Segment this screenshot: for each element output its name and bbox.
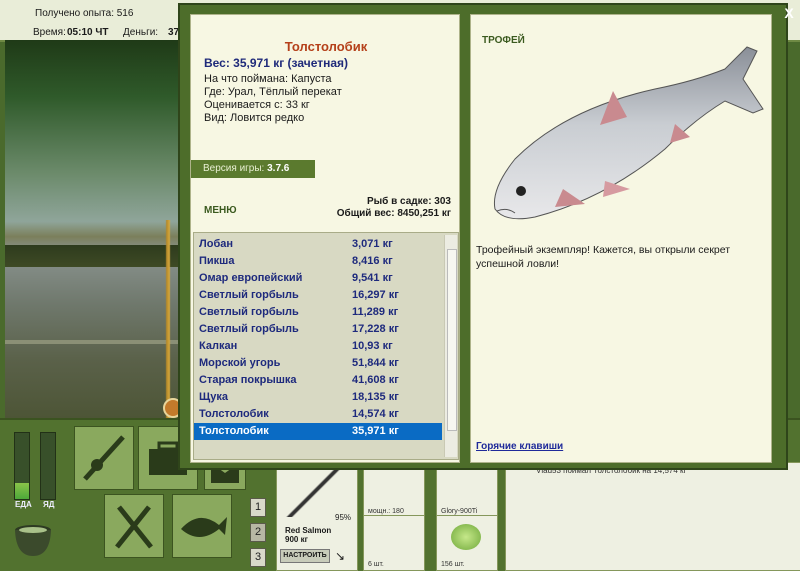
- catch-list-row[interactable]: Морской угорь 51,844 кг: [194, 355, 458, 372]
- line-slot[interactable]: Glory-900Ti: [436, 462, 498, 518]
- catch-list-row[interactable]: Толстолобик 35,971 кг: [194, 423, 442, 440]
- catch-fish-name: Толстолобик: [199, 425, 269, 437]
- page-button-3[interactable]: 3: [250, 548, 266, 567]
- poison-gauge-label: ЯД: [43, 500, 55, 509]
- catch-fish-name: Морской угорь: [199, 357, 281, 369]
- catch-fish-weight: 14,574 кг: [352, 408, 399, 420]
- catch-fish-weight: 9,541 кг: [352, 272, 393, 284]
- tackle-card[interactable]: 95% Red Salmon 900 кг НАСТРОИТЬ ↘: [276, 462, 358, 571]
- caught-on-text: На что поймана: Капуста: [204, 73, 332, 85]
- catch-list-row[interactable]: Светлый горбыль 11,289 кг: [194, 304, 458, 321]
- fish-icon: [181, 517, 227, 537]
- catch-fish-name: Калкан: [199, 340, 238, 352]
- hotkeys-link[interactable]: Горячие клавиши: [476, 441, 563, 452]
- catch-fish-name: Толстолобик: [199, 408, 269, 420]
- cabbage-icon: [451, 524, 481, 550]
- version-value: 3.7.6: [267, 163, 290, 174]
- catch-list-row[interactable]: Омар европейский 9,541 кг: [194, 270, 458, 287]
- fork-knife-icon: [115, 505, 153, 549]
- time-value: 05:10 ЧТ: [67, 27, 109, 38]
- setup-button[interactable]: НАСТРОИТЬ: [280, 549, 330, 563]
- catch-fish-name: Лобан: [199, 238, 233, 250]
- trophy-description: Трофейный экземпляр! Кажется, вы открыли…: [476, 244, 731, 270]
- fish-tile[interactable]: [172, 494, 232, 558]
- catch-list-row[interactable]: Пикша 8,416 кг: [194, 253, 458, 270]
- catch-fish-weight: 18,135 кг: [352, 391, 399, 403]
- catch-list-row[interactable]: Светлый горбыль 16,297 кг: [194, 287, 458, 304]
- catch-fish-weight: 11,289 кг: [352, 306, 399, 318]
- catch-fish-name: Светлый горбыль: [199, 289, 299, 301]
- catch-list-scrollbar[interactable]: [444, 235, 457, 457]
- rod-image: [285, 469, 345, 517]
- food-gauge: [14, 432, 30, 500]
- chat-panel: Vlad53 поймал Толстолобик на 14,574 кг: [505, 462, 800, 571]
- reel-slot-caption: мощн.: 180: [368, 508, 404, 515]
- fish-image: [493, 46, 764, 220]
- version-label: Версия игры:: [203, 163, 265, 174]
- catch-fish-name: Светлый горбыль: [199, 306, 299, 318]
- catch-fish-name: Пикша: [199, 255, 235, 267]
- page-button-2[interactable]: 2: [250, 523, 266, 542]
- catch-list-row[interactable]: Толстолобик 14,574 кг: [194, 406, 458, 423]
- catch-list-row[interactable]: Светлый горбыль 17,228 кг: [194, 321, 458, 338]
- valued-text: Оценивается с: 33 кг: [204, 99, 310, 111]
- tackle-tile[interactable]: [74, 426, 134, 490]
- catch-fish-weight: 35,971 кг: [352, 425, 399, 437]
- poison-gauge: [40, 432, 56, 500]
- keepnet-weight: Общий вес: 8450,251 кг: [336, 208, 451, 219]
- tackle-durability: 95%: [335, 513, 352, 522]
- fishing-scene: [5, 40, 183, 418]
- hook-slot-caption: 6 шт.: [368, 561, 384, 568]
- catch-fish-weight: 16,297 кг: [352, 289, 399, 301]
- kind-text: Вид: Ловится редко: [204, 112, 305, 124]
- catch-list[interactable]: Лобан 3,071 кг Пикша 8,416 кг Омар европейск…: [193, 232, 459, 460]
- experience-text: Получено опыта: 516: [35, 8, 134, 19]
- catch-info-panel: Толстолобик Вес: 35,971 кг (зачетная) На…: [190, 14, 460, 463]
- close-button[interactable]: X: [781, 5, 797, 21]
- catch-list-row[interactable]: Щука 18,135 кг: [194, 389, 458, 406]
- catch-fish-weight: 10,93 кг: [352, 340, 393, 352]
- money-label: Деньги:: [123, 27, 159, 38]
- hook-slot[interactable]: 6 шт.: [363, 515, 425, 571]
- bait-slot-caption: 156 шт.: [441, 561, 465, 568]
- scroll-thumb[interactable]: [447, 249, 457, 431]
- version-badge: Версия игры: 3.7.6: [191, 160, 315, 178]
- tackle-weight: 900 кг: [285, 535, 308, 544]
- catch-fish-weight: 41,608 кг: [352, 374, 399, 386]
- time-label: Время:: [33, 27, 66, 38]
- catch-fish-name: Светлый горбыль: [199, 323, 299, 335]
- fish-title: Толстолобик: [284, 39, 368, 54]
- bait-slot[interactable]: 156 шт.: [436, 515, 498, 571]
- catch-fish-weight: 3,071 кг: [352, 238, 393, 250]
- tackle-name: Red Salmon: [285, 526, 332, 535]
- rod-icon: [83, 435, 125, 481]
- catch-list-row[interactable]: Лобан 3,071 кг: [194, 236, 458, 253]
- catch-fish-weight: 8,416 кг: [352, 255, 393, 267]
- cauldron-icon[interactable]: [8, 512, 58, 562]
- reel-slot[interactable]: мощн.: 180: [363, 462, 425, 518]
- catch-fish-weight: 17,228 кг: [352, 323, 399, 335]
- catch-list-row[interactable]: Калкан 10,93 кг: [194, 338, 458, 355]
- catch-fish-weight: 51,844 кг: [352, 357, 399, 369]
- catch-fish-name: Щука: [199, 391, 228, 403]
- line-slot-caption: Glory-900Ti: [441, 508, 478, 515]
- catch-list-row[interactable]: Старая покрышка 41,608 кг: [194, 372, 458, 389]
- trophy-panel: ТРОФЕЙ Трофейный экземпляр! Кажется, вы …: [470, 14, 772, 463]
- page-button-1[interactable]: 1: [250, 498, 266, 517]
- location-text: Где: Урал, Тёплый перекат: [204, 86, 342, 98]
- catch-fish-name: Омар европейский: [199, 272, 303, 284]
- arrow-icon: ↘: [335, 549, 346, 563]
- keepnet-summary: Рыб в садке: 303 Общий вес: 8450,251 кг: [337, 196, 451, 220]
- food-tile[interactable]: [104, 494, 164, 558]
- catch-fish-name: Старая покрышка: [199, 374, 297, 386]
- food-gauge-fill: [15, 482, 29, 499]
- menu-button[interactable]: МЕНЮ: [204, 205, 237, 216]
- keepnet-count: Рыб в садке: 303: [366, 196, 451, 207]
- food-gauge-label: ЕДА: [15, 500, 32, 509]
- fish-weight: Вес: 35,971 кг (зачетная): [204, 56, 349, 70]
